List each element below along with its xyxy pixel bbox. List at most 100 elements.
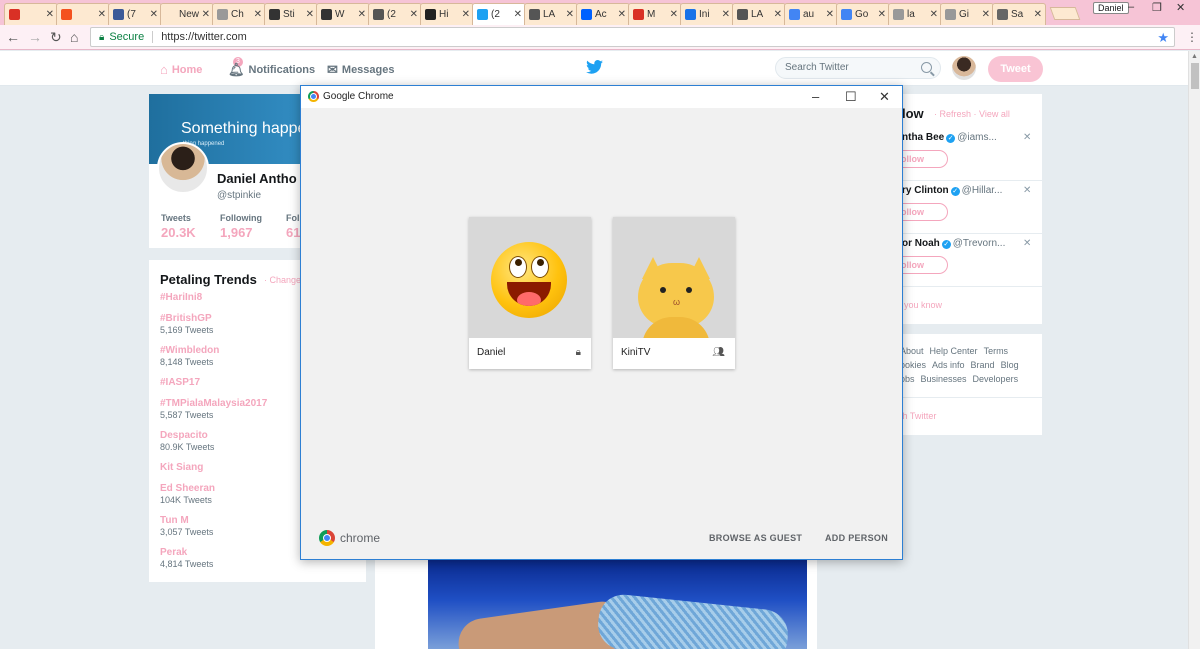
find-people-link[interactable]: you know — [904, 300, 942, 310]
browser-tab[interactable]: M ✕ — [628, 3, 682, 25]
trend-item[interactable]: Perak 4,814 Tweets — [160, 547, 213, 569]
profile-name[interactable]: Daniel Antho — [217, 171, 297, 186]
tab-close-icon[interactable]: ✕ — [462, 9, 470, 20]
footer-link[interactable]: Help Center — [930, 346, 978, 356]
profile-button[interactable]: Daniel — [1093, 2, 1129, 14]
restore-icon[interactable]: ❐ — [1152, 1, 1162, 14]
profile-tile-kinitv[interactable]: ω KiniTV 👥︎ — [613, 217, 735, 369]
back-icon[interactable]: ← — [6, 29, 20, 45]
footer-link[interactable]: Developers — [973, 374, 1019, 384]
dialog-close-icon[interactable]: ✕ — [879, 89, 890, 105]
browser-tab[interactable]: LA ✕ — [524, 3, 578, 25]
tab-close-icon[interactable]: ✕ — [930, 9, 938, 20]
tab-close-icon[interactable]: ✕ — [722, 9, 730, 20]
trend-item[interactable]: #BritishGP 5,169 Tweets — [160, 313, 213, 335]
browser-tab[interactable]: (7 ✕ — [108, 3, 162, 25]
nav-notifications[interactable]: 🔔︎ Notifications — [228, 62, 315, 78]
tab-close-icon[interactable]: ✕ — [150, 9, 158, 20]
scroll-thumb[interactable] — [1191, 63, 1199, 89]
browser-tab[interactable]: Gi ✕ — [940, 3, 994, 25]
browser-tab[interactable]: W ✕ — [316, 3, 370, 25]
search-input[interactable]: Search Twitter — [775, 57, 941, 79]
reload-icon[interactable]: ↻ — [50, 29, 62, 46]
trends-change-link[interactable]: · Change — [264, 275, 301, 285]
trend-item[interactable]: Kit Siang — [160, 462, 203, 473]
dialog-maximize-icon[interactable]: ☐ — [845, 89, 857, 105]
tab-close-icon[interactable]: ✕ — [774, 9, 782, 20]
browser-tab[interactable]: Go ✕ — [836, 3, 890, 25]
footer-link[interactable]: ookies — [900, 360, 926, 370]
footer-link[interactable]: Blog — [1001, 360, 1019, 370]
browser-tab[interactable]: (2 ✕ — [472, 3, 526, 25]
nav-home[interactable]: ⌂ Home — [160, 62, 202, 77]
home-icon[interactable]: ⌂ — [70, 29, 78, 45]
search-icon[interactable] — [921, 62, 932, 73]
tweet-button[interactable]: Tweet — [988, 56, 1043, 82]
tab-close-icon[interactable]: ✕ — [514, 9, 522, 20]
browser-tab[interactable]: Hi ✕ — [420, 3, 474, 25]
dismiss-icon[interactable]: ✕ — [1023, 132, 1031, 143]
twitter-bird-icon[interactable] — [586, 60, 603, 74]
browser-tab[interactable]: la ✕ — [888, 3, 942, 25]
trend-item[interactable]: Despacito 80.9K Tweets — [160, 430, 214, 452]
browser-tab[interactable]: (2 ✕ — [368, 3, 422, 25]
advertise-link[interactable]: th Twitter — [900, 411, 936, 421]
tab-close-icon[interactable]: ✕ — [254, 9, 262, 20]
browser-menu-icon[interactable]: ⋮ — [1186, 30, 1198, 44]
footer-link[interactable]: About — [900, 346, 924, 356]
page-scrollbar[interactable]: ▲ — [1188, 51, 1200, 649]
tab-close-icon[interactable]: ✕ — [670, 9, 678, 20]
footer-link[interactable]: Ads info — [932, 360, 965, 370]
tab-close-icon[interactable]: ✕ — [826, 9, 834, 20]
nav-messages[interactable]: ✉ Messages — [327, 62, 395, 78]
new-tab-button[interactable] — [1049, 7, 1081, 20]
add-person-button[interactable]: ADD PERSON — [825, 533, 888, 543]
footer-link[interactable]: Brand — [971, 360, 995, 370]
who-to-follow-links[interactable]: · Refresh · View all — [934, 109, 1010, 119]
profile-tile-daniel[interactable]: Daniel 🔒︎ — [469, 217, 591, 369]
trend-item[interactable]: #TMPialaMalaysia2017 5,587 Tweets — [160, 398, 267, 420]
browser-tab[interactable]: au ✕ — [784, 3, 838, 25]
browser-tab[interactable]: Ch ✕ — [212, 3, 266, 25]
stat-tweets[interactable]: Tweets 20.3K — [161, 213, 196, 240]
suggestion-name-row[interactable]: ry Clinton ✓ @Hillar... — [902, 185, 1002, 196]
dismiss-icon[interactable]: ✕ — [1023, 238, 1031, 249]
browser-tab[interactable]: New T✕ — [160, 3, 214, 25]
browser-tab[interactable]: ✕ — [4, 3, 58, 25]
tab-close-icon[interactable]: ✕ — [982, 9, 990, 20]
footer-link[interactable]: Terms — [984, 346, 1009, 356]
trend-item[interactable]: Ed Sheeran 104K Tweets — [160, 483, 215, 505]
trend-item[interactable]: #HariIni8 — [160, 292, 202, 303]
trend-item[interactable]: Tun M 3,057 Tweets — [160, 515, 213, 537]
footer-link[interactable]: Businesses — [921, 374, 967, 384]
browser-tab[interactable]: Ini ✕ — [680, 3, 734, 25]
tab-close-icon[interactable]: ✕ — [410, 9, 418, 20]
window-close-icon[interactable]: ✕ — [1176, 1, 1185, 14]
browser-tab[interactable]: Ac ✕ — [576, 3, 630, 25]
tab-close-icon[interactable]: ✕ — [566, 9, 574, 20]
browser-tab[interactable]: Sti ✕ — [264, 3, 318, 25]
bookmark-star-icon[interactable]: ★ — [1157, 30, 1169, 46]
browse-as-guest-button[interactable]: BROWSE AS GUEST — [709, 533, 802, 543]
address-bar[interactable]: 🔒︎ Secure https://twitter.com ★ — [90, 27, 1175, 47]
tab-close-icon[interactable]: ✕ — [878, 9, 886, 20]
stat-following[interactable]: Following 1,967 — [220, 213, 262, 240]
tab-close-icon[interactable]: ✕ — [306, 9, 314, 20]
tweet-media-image[interactable] — [428, 560, 807, 649]
profile-avatar[interactable] — [157, 142, 209, 194]
minimize-icon[interactable]: – — [1128, 1, 1134, 13]
avatar[interactable] — [952, 56, 976, 80]
dialog-titlebar[interactable]: Google Chrome – ☐ ✕ — [301, 86, 902, 108]
suggestion-name-row[interactable]: or Noah ✓ @Trevorn... — [902, 238, 1005, 249]
tab-close-icon[interactable]: ✕ — [202, 9, 210, 20]
browser-tab[interactable]: Sa ✕ — [992, 3, 1046, 25]
browser-tab[interactable]: ✕ — [56, 3, 110, 25]
dismiss-icon[interactable]: ✕ — [1023, 185, 1031, 196]
forward-icon[interactable]: → — [28, 29, 42, 45]
tab-close-icon[interactable]: ✕ — [618, 9, 626, 20]
tab-close-icon[interactable]: ✕ — [46, 9, 54, 20]
scroll-up-icon[interactable]: ▲ — [1191, 53, 1198, 60]
trend-item[interactable]: #IASP17 — [160, 377, 200, 388]
profile-handle[interactable]: @stpinkie — [217, 190, 261, 201]
suggestion-name-row[interactable]: ntha Bee ✓ @iams... — [902, 132, 997, 143]
